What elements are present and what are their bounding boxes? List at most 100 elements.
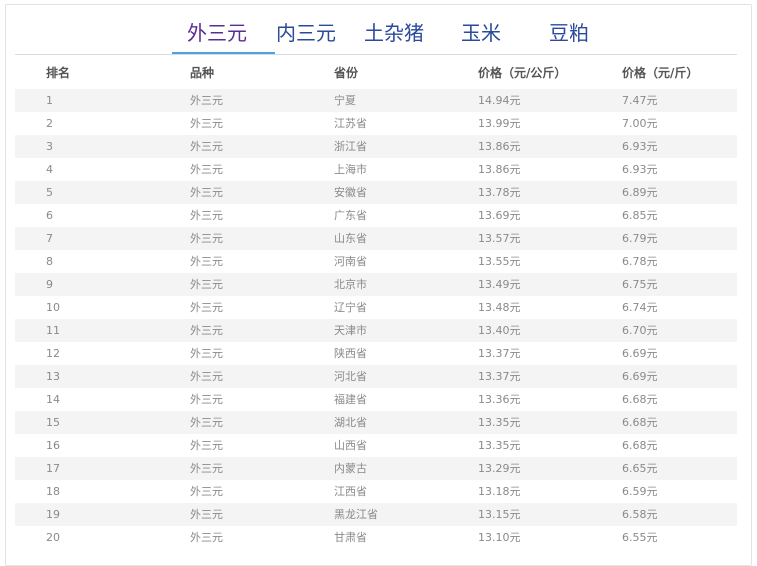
price-jin-cell: 6.68元 <box>622 416 658 429</box>
table-row: 15 外三元 湖北省 13.35元 6.68元 <box>15 411 737 434</box>
rank-cell: 16 <box>46 439 60 452</box>
price-kg-cell: 13.37元 <box>478 347 521 360</box>
price-jin-cell: 6.78元 <box>622 255 658 268</box>
province-cell: 广东省 <box>334 209 367 222</box>
price-jin-cell: 6.93元 <box>622 163 658 176</box>
province-cell: 福建省 <box>334 393 367 406</box>
table-row: 6 外三元 广东省 13.69元 6.85元 <box>15 204 737 227</box>
province-cell: 浙江省 <box>334 140 367 153</box>
rank-cell: 11 <box>46 324 60 337</box>
tab-dou-po[interactable]: 豆粕 <box>549 18 589 52</box>
breed-cell: 外三元 <box>190 324 223 337</box>
price-kg-cell: 13.99元 <box>478 117 521 130</box>
province-cell: 山东省 <box>334 232 367 245</box>
header-rank: 排名 <box>46 66 71 80</box>
rank-cell: 19 <box>46 508 60 521</box>
price-jin-cell: 6.89元 <box>622 186 658 199</box>
price-kg-cell: 13.86元 <box>478 140 521 153</box>
table-row: 9 外三元 北京市 13.49元 6.75元 <box>15 273 737 296</box>
table-row: 7 外三元 山东省 13.57元 6.79元 <box>15 227 737 250</box>
rank-cell: 10 <box>46 301 60 314</box>
province-cell: 甘肃省 <box>334 531 367 544</box>
rank-cell: 14 <box>46 393 60 406</box>
price-jin-cell: 6.75元 <box>622 278 658 291</box>
price-kg-cell: 13.78元 <box>478 186 521 199</box>
breed-cell: 外三元 <box>190 301 223 314</box>
price-jin-cell: 6.93元 <box>622 140 658 153</box>
header-breed: 品种 <box>190 66 215 80</box>
rank-cell: 5 <box>46 186 53 199</box>
province-cell: 辽宁省 <box>334 301 367 314</box>
table-row: 13 外三元 河北省 13.37元 6.69元 <box>15 365 737 388</box>
breed-cell: 外三元 <box>190 140 223 153</box>
province-cell: 宁夏 <box>334 94 356 107</box>
province-cell: 江苏省 <box>334 117 367 130</box>
rank-cell: 9 <box>46 278 53 291</box>
breed-cell: 外三元 <box>190 370 223 383</box>
header-price-per-kg: 价格（元/公斤） <box>478 66 567 80</box>
table-row: 1 外三元 宁夏 14.94元 7.47元 <box>15 89 737 112</box>
rank-cell: 15 <box>46 416 60 429</box>
rank-cell: 3 <box>46 140 53 153</box>
table-row: 11 外三元 天津市 13.40元 6.70元 <box>15 319 737 342</box>
price-kg-cell: 13.57元 <box>478 232 521 245</box>
tab-nei-san-yuan[interactable]: 内三元 <box>276 18 336 52</box>
rank-cell: 1 <box>46 94 53 107</box>
breed-cell: 外三元 <box>190 508 223 521</box>
province-cell: 江西省 <box>334 485 367 498</box>
province-cell: 陕西省 <box>334 347 367 360</box>
tab-tu-za-zhu[interactable]: 土杂猪 <box>364 18 424 52</box>
table-row: 17 外三元 内蒙古 13.29元 6.65元 <box>15 457 737 480</box>
price-kg-cell: 14.94元 <box>478 94 521 107</box>
price-jin-cell: 6.74元 <box>622 301 658 314</box>
province-cell: 内蒙古 <box>334 462 367 475</box>
rank-cell: 7 <box>46 232 53 245</box>
price-kg-cell: 13.36元 <box>478 393 521 406</box>
price-jin-cell: 6.59元 <box>622 485 658 498</box>
price-kg-cell: 13.10元 <box>478 531 521 544</box>
table-row: 14 外三元 福建省 13.36元 6.68元 <box>15 388 737 411</box>
province-cell: 湖北省 <box>334 416 367 429</box>
province-cell: 北京市 <box>334 278 367 291</box>
category-tabs: 外三元 内三元 土杂猪 玉米 豆粕 <box>15 18 737 55</box>
price-kg-cell: 13.69元 <box>478 209 521 222</box>
price-jin-cell: 6.68元 <box>622 393 658 406</box>
breed-cell: 外三元 <box>190 278 223 291</box>
breed-cell: 外三元 <box>190 209 223 222</box>
breed-cell: 外三元 <box>190 393 223 406</box>
breed-cell: 外三元 <box>190 462 223 475</box>
rank-cell: 2 <box>46 117 53 130</box>
table-row: 20 外三元 甘肃省 13.10元 6.55元 <box>15 526 737 549</box>
price-kg-cell: 13.49元 <box>478 278 521 291</box>
table-row: 12 外三元 陕西省 13.37元 6.69元 <box>15 342 737 365</box>
price-jin-cell: 6.55元 <box>622 531 658 544</box>
table-row: 16 外三元 山西省 13.35元 6.68元 <box>15 434 737 457</box>
rank-cell: 4 <box>46 163 53 176</box>
table-row: 5 外三元 安徽省 13.78元 6.89元 <box>15 181 737 204</box>
table-row: 8 外三元 河南省 13.55元 6.78元 <box>15 250 737 273</box>
price-jin-cell: 6.58元 <box>622 508 658 521</box>
breed-cell: 外三元 <box>190 439 223 452</box>
price-jin-cell: 6.65元 <box>622 462 658 475</box>
tab-wai-san-yuan[interactable]: 外三元 <box>172 18 275 54</box>
price-kg-cell: 13.35元 <box>478 416 521 429</box>
province-cell: 上海市 <box>334 163 367 176</box>
price-jin-cell: 6.70元 <box>622 324 658 337</box>
table-row: 18 外三元 江西省 13.18元 6.59元 <box>15 480 737 503</box>
breed-cell: 外三元 <box>190 485 223 498</box>
header-province: 省份 <box>334 66 359 80</box>
table-row: 19 外三元 黑龙江省 13.15元 6.58元 <box>15 503 737 526</box>
province-cell: 山西省 <box>334 439 367 452</box>
breed-cell: 外三元 <box>190 416 223 429</box>
breed-cell: 外三元 <box>190 531 223 544</box>
price-kg-cell: 13.35元 <box>478 439 521 452</box>
tab-yu-mi[interactable]: 玉米 <box>461 18 501 52</box>
province-cell: 河北省 <box>334 370 367 383</box>
province-cell: 安徽省 <box>334 186 367 199</box>
table-row: 10 外三元 辽宁省 13.48元 6.74元 <box>15 296 737 319</box>
price-kg-cell: 13.86元 <box>478 163 521 176</box>
price-kg-cell: 13.37元 <box>478 370 521 383</box>
price-jin-cell: 6.85元 <box>622 209 658 222</box>
price-kg-cell: 13.15元 <box>478 508 521 521</box>
breed-cell: 外三元 <box>190 94 223 107</box>
